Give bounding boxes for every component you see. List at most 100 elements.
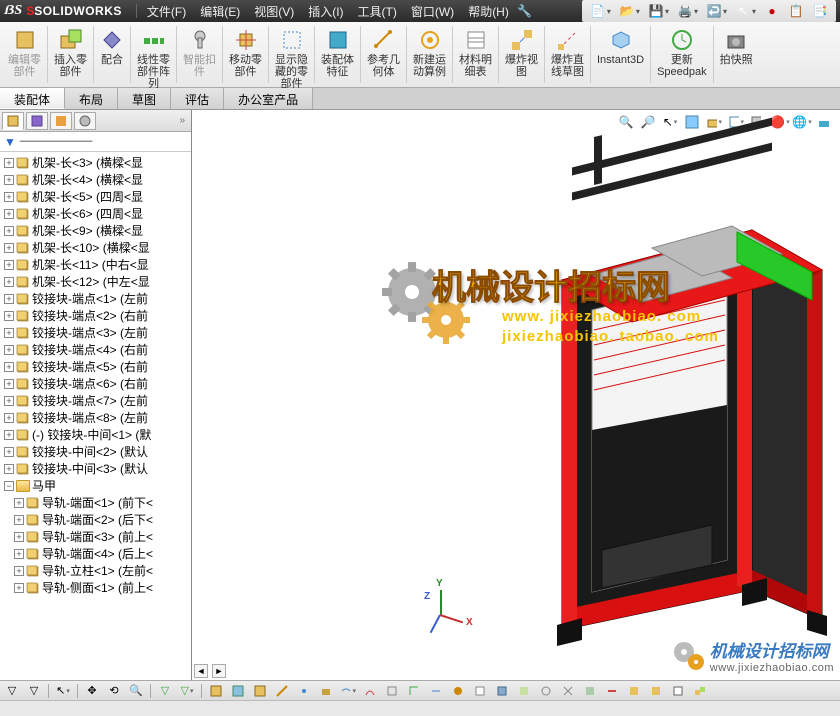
move-component-button[interactable]: 移动零 部件 [223,26,269,83]
config-tab[interactable] [50,112,72,130]
options-button[interactable]: 📋 [786,2,806,20]
expand-icon[interactable]: + [4,362,14,372]
filter-plane-icon[interactable] [318,683,334,699]
explode-line-button[interactable]: 爆炸直 线草图 [545,26,591,83]
menu-tools[interactable]: 工具(T) [352,1,403,22]
tree-item[interactable]: +铰接块-中间<3> (默认 [0,460,191,477]
tree-item[interactable]: +铰接块-端点<4> (右前 [0,341,191,358]
settings-button[interactable]: 📑 [810,2,830,20]
pan-icon[interactable]: ✥ [84,683,100,699]
show-hidden-button[interactable]: 显示隐 藏的零 部件 [269,26,315,83]
expand-icon[interactable]: + [4,396,14,406]
menu-view[interactable]: 视图(V) [248,1,300,22]
filter-tbl-icon[interactable] [670,683,686,699]
expand-icon[interactable]: + [4,379,14,389]
tree-item[interactable]: +(-) 铰接块-中间<1> (默 [0,426,191,443]
filter-icon[interactable]: ▼ [4,135,16,149]
select-button[interactable]: ↖ [733,2,758,20]
mate-button[interactable]: 配合 [94,26,131,83]
expand-icon[interactable]: + [4,175,14,185]
filter-conn-icon[interactable] [538,683,554,699]
instant3d-button[interactable]: Instant3D [591,26,651,83]
bom-button[interactable]: 材料明 细表 [453,26,499,83]
tree-item[interactable]: +导轨-端面<1> (前下< [0,494,191,511]
menu-window[interactable]: 窗口(W) [405,1,460,22]
ref-geometry-button[interactable]: 参考几 何体 [361,26,407,83]
tree-item[interactable]: +导轨-立柱<1> (左前< [0,562,191,579]
filter-dt-icon[interactable] [516,683,532,699]
toggle-1-icon[interactable]: ▽ [157,683,173,699]
tree-item[interactable]: +机架-长<5> (四周<显 [0,188,191,205]
filter-surf-icon[interactable] [230,683,246,699]
filter-cs-icon[interactable] [406,683,422,699]
insert-component-button[interactable]: 插入零 部件 [48,26,94,83]
tab-sketch[interactable]: 草图 [118,88,171,109]
snapshot-button[interactable]: 拍快照 [714,26,759,83]
tree-item[interactable]: +导轨-端面<4> (后上< [0,545,191,562]
tree-item[interactable]: +机架-长<9> (横樑<显 [0,222,191,239]
view-orient-icon[interactable] [706,114,722,130]
expand-icon[interactable]: + [4,192,14,202]
filter-mesh-icon[interactable] [560,683,576,699]
select-tool-icon[interactable]: ↖ [55,683,71,699]
tree-item[interactable]: +机架-长<12> (中左<显 [0,273,191,290]
display-tab[interactable] [74,112,96,130]
expand-icon[interactable]: + [4,209,14,219]
filter-face-icon[interactable] [208,683,224,699]
filter-asm-icon[interactable] [692,683,708,699]
filter-solid-icon[interactable] [252,683,268,699]
expand-icon[interactable]: + [4,345,14,355]
menu-file[interactable]: 文件(F) [141,1,192,22]
filter-curve-icon[interactable] [362,683,378,699]
edit-component-button[interactable]: 编辑零 部件 [2,26,48,83]
expand-icon[interactable]: + [14,498,24,508]
tree-item[interactable]: +机架-长<3> (横樑<显 [0,154,191,171]
update-speedpak-button[interactable]: 更新 Speedpak [651,26,714,83]
rotate-icon[interactable]: ⟲ [106,683,122,699]
view-setting-icon[interactable] [816,114,832,130]
prev-view-icon[interactable]: ↖ [662,114,678,130]
expand-icon[interactable]: + [14,515,24,525]
expand-icon[interactable]: + [4,430,14,440]
smart-fastener-button[interactable]: 智能扣 件 [177,26,223,83]
tree-item[interactable]: +铰接块-端点<1> (左前 [0,290,191,307]
tree-item[interactable]: +铰接块-端点<5> (右前 [0,358,191,375]
filter-sketch-icon[interactable] [384,683,400,699]
orientation-triad[interactable]: Y X Z [422,580,472,630]
new-doc-button[interactable]: 📄 [588,2,613,20]
filter-more-icon[interactable] [340,683,356,699]
expand-icon[interactable]: + [14,532,24,542]
tree-item[interactable]: +铰接块-端点<8> (左前 [0,409,191,426]
scene-icon[interactable]: 🌐 [794,114,810,130]
filter-note-icon[interactable] [472,683,488,699]
zoom-area-icon[interactable]: 🔎 [640,114,656,130]
linear-pattern-button[interactable]: 线性零 部件阵 列 [131,26,177,83]
expand-icon[interactable]: + [4,311,14,321]
assembly-feature-button[interactable]: 装配体 特征 [315,26,361,83]
tree-item[interactable]: +铰接块-中间<2> (默认 [0,443,191,460]
open-button[interactable]: 📂 [617,2,642,20]
tree-item[interactable]: +铰接块-端点<3> (左前 [0,324,191,341]
tree-item[interactable]: +导轨-端面<3> (前上< [0,528,191,545]
toggle-2-icon[interactable]: ▽ [179,683,195,699]
tree-item[interactable]: +机架-长<10> (横樑<显 [0,239,191,256]
expand-icon[interactable]: + [4,226,14,236]
model-tab-prev[interactable]: ◄ [194,664,208,678]
filter-ext-icon[interactable] [582,683,598,699]
tree-item[interactable]: +机架-长<6> (四周<显 [0,205,191,222]
feature-tree-tab[interactable] [2,112,24,130]
appearance-icon[interactable]: 🔴 [772,114,788,130]
expand-icon[interactable]: + [14,566,24,576]
expand-icon[interactable]: + [4,413,14,423]
filter-ax-icon[interactable] [274,683,290,699]
menu-edit[interactable]: 编辑(E) [194,1,246,22]
model-tab-next[interactable]: ► [212,664,226,678]
expand-icon[interactable]: + [4,447,14,457]
expand-icon[interactable]: + [4,243,14,253]
menu-insert[interactable]: 插入(I) [302,1,349,22]
section-icon[interactable] [684,114,700,130]
tree-item[interactable]: +机架-长<4> (横樑<显 [0,171,191,188]
expand-icon[interactable]: − [4,481,14,491]
tab-layout[interactable]: 布局 [65,88,118,109]
expand-icon[interactable]: + [4,277,14,287]
